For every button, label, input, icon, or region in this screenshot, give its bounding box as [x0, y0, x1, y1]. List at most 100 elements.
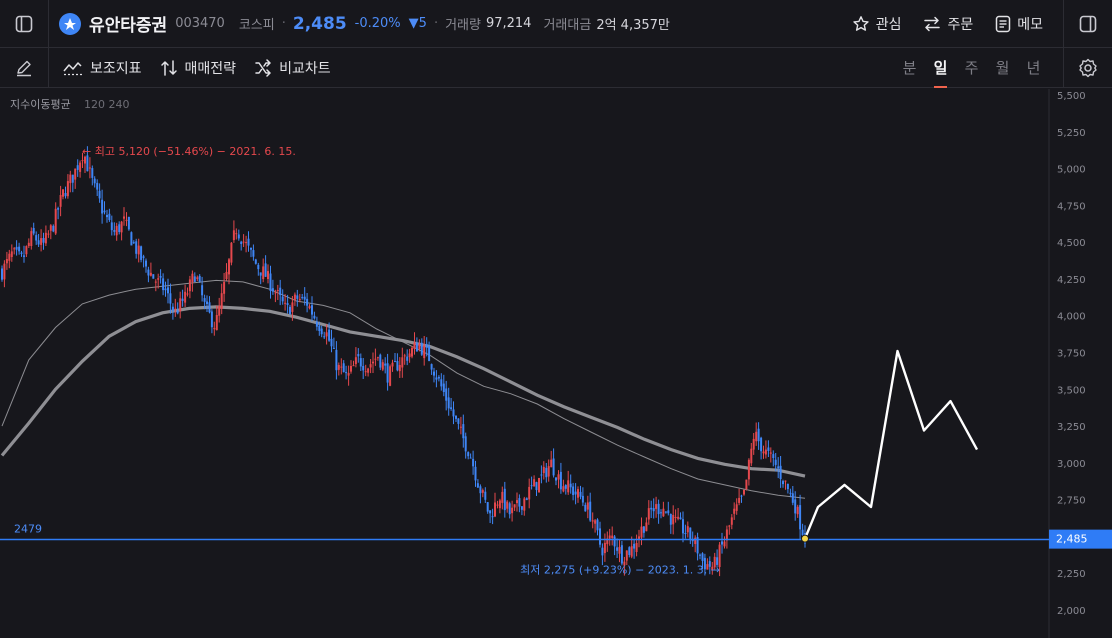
- candle-body: [501, 491, 504, 503]
- candle-body: [599, 528, 601, 545]
- candle-body: [445, 388, 448, 401]
- period-month-tab[interactable]: 월: [987, 48, 1018, 88]
- compare-button[interactable]: 비교차트: [254, 58, 331, 78]
- ema-120-line: [1, 279, 806, 499]
- candle-body: [581, 495, 584, 503]
- panel-icon: [1079, 15, 1097, 32]
- candle-body: [733, 508, 736, 514]
- sidebar-toggle-button[interactable]: [0, 0, 49, 47]
- indicator-label[interactable]: 지수이동평균: [10, 98, 71, 111]
- candle-body: [147, 269, 150, 276]
- candle-body: [725, 529, 728, 541]
- candle-body: [642, 526, 645, 533]
- change-amount: ▼5: [408, 16, 427, 31]
- indicators-button[interactable]: 보조지표: [63, 58, 142, 78]
- order-button[interactable]: 주문: [923, 14, 973, 34]
- candle-body: [113, 230, 116, 232]
- candle-body: [662, 508, 665, 517]
- candle-body: [223, 282, 226, 294]
- candle-body: [403, 355, 406, 357]
- candle-body: [420, 342, 423, 355]
- memo-button[interactable]: 메모: [995, 14, 1043, 34]
- y-tick-label: 5,000: [1057, 165, 1086, 176]
- candle-body: [547, 466, 550, 477]
- watch-button[interactable]: 관심: [852, 14, 901, 34]
- candle-body: [542, 466, 545, 474]
- candle-body: [367, 368, 370, 373]
- candle-body: [267, 271, 269, 279]
- candle-body: [550, 459, 553, 468]
- candle-body: [154, 281, 157, 283]
- candle-body: [667, 510, 670, 514]
- candle-body: [3, 263, 6, 280]
- candle-body: [274, 292, 277, 294]
- candles: [1, 146, 806, 577]
- candle-body: [206, 301, 208, 304]
- candle-body: [140, 246, 143, 260]
- candle-body: [584, 504, 587, 512]
- period-day-tab[interactable]: 일: [925, 48, 956, 88]
- order-label: 주문: [947, 16, 974, 33]
- candle-body: [559, 471, 562, 490]
- candle-body: [625, 550, 628, 561]
- stock-name[interactable]: 유안타증권: [89, 11, 167, 36]
- candle-body: [430, 364, 433, 370]
- candle-body: [149, 272, 152, 276]
- period-year-tab[interactable]: 년: [1018, 48, 1049, 88]
- strategy-button[interactable]: 매매전략: [160, 58, 236, 78]
- candle-body: [577, 489, 579, 498]
- candle-body: [469, 457, 472, 459]
- candle-body: [757, 428, 760, 442]
- candle-body: [79, 162, 82, 172]
- candle-body: [76, 165, 79, 170]
- candle-body: [96, 182, 99, 190]
- candle-body: [655, 504, 658, 509]
- candle-body: [203, 298, 206, 302]
- candle-body: [674, 517, 677, 518]
- candle-body: [306, 298, 309, 306]
- candle-body: [462, 424, 465, 439]
- draw-button[interactable]: [0, 47, 49, 88]
- period-week-tab[interactable]: 주: [956, 48, 987, 88]
- candle-body: [784, 480, 787, 482]
- candle-body: [298, 299, 301, 301]
- candle-body: [245, 242, 248, 244]
- volume-label: 거래량: [445, 18, 481, 33]
- candle-body: [433, 371, 435, 376]
- candle-body: [88, 167, 91, 169]
- candle-body: [721, 541, 723, 545]
- candle-body: [345, 372, 348, 374]
- header-bar: 유안타증권 003470 코스피 · 2,485 -0.20% ▼5 · 거래량…: [0, 0, 1112, 48]
- candle-body: [723, 541, 726, 547]
- candle-body: [574, 491, 577, 495]
- candle-body: [540, 474, 543, 476]
- candle-body: [162, 278, 165, 291]
- candle-body: [467, 452, 470, 457]
- candle-body: [130, 232, 133, 246]
- candle-body: [569, 483, 572, 488]
- candle-body: [313, 315, 316, 319]
- candle-body: [115, 225, 118, 236]
- candle-body: [564, 485, 567, 489]
- candle-body: [164, 288, 167, 291]
- last-price-marker: [801, 534, 809, 543]
- y-tick-label: 4,000: [1057, 312, 1086, 323]
- right-panel-toggle-button[interactable]: [1063, 0, 1112, 47]
- candle-body: [108, 213, 111, 220]
- chart-toolbar: 보조지표 매매전략 비교차트 분 일 주 월 년: [0, 47, 1112, 88]
- candle-body: [237, 234, 240, 239]
- candle-body: [179, 298, 182, 312]
- candle-body: [340, 366, 343, 368]
- candle-body: [391, 362, 394, 367]
- settings-button[interactable]: [1063, 47, 1112, 88]
- candle-body: [264, 263, 267, 277]
- price-chart[interactable]: 5,500 5,250 5,000 4,750 4,500 4,250 4,000 3,750…: [0, 89, 1112, 638]
- period-minute-tab[interactable]: 분: [894, 48, 925, 88]
- candle-body: [311, 305, 313, 315]
- volume-value: 97,214: [485, 16, 532, 31]
- candle-body: [496, 504, 499, 506]
- candle-body: [401, 357, 404, 368]
- candle-body: [289, 306, 291, 315]
- candle-body: [352, 365, 355, 367]
- candle-body: [335, 349, 338, 371]
